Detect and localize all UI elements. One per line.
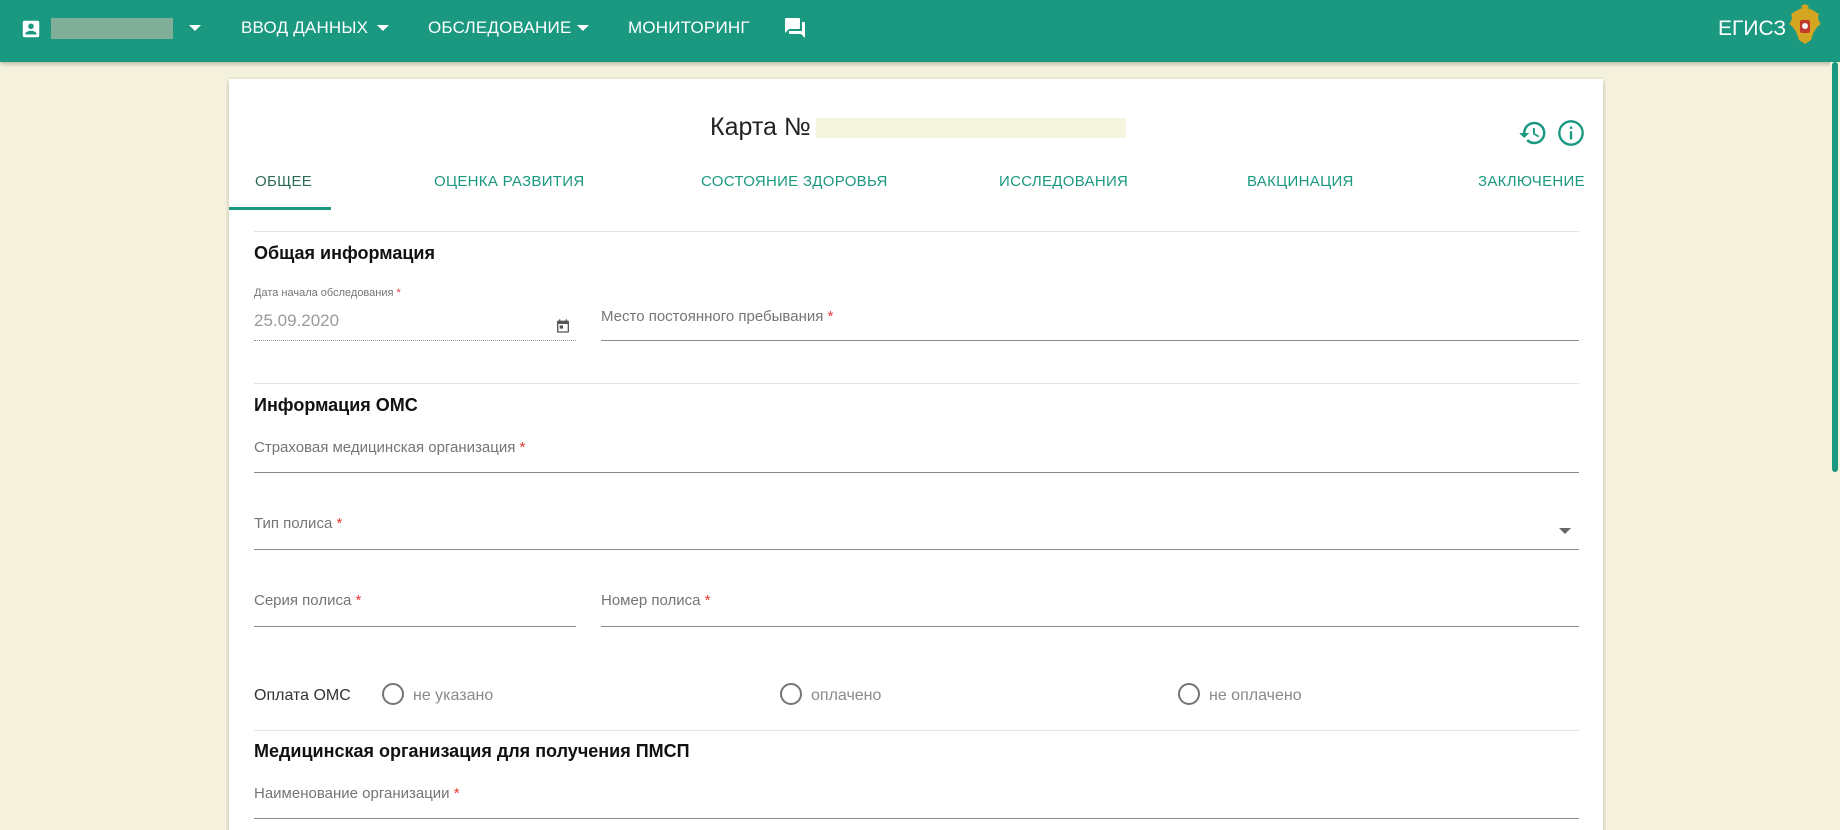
residence-label[interactable]: Место постоянного пребывания * [601,308,833,325]
policy-type-label[interactable]: Тип полиса * [254,515,342,532]
section-title-general: Общая информация [254,243,435,263]
oms-payment-label: Оплата ОМС [254,687,351,704]
payment-paid-label[interactable]: оплачено [811,687,881,705]
exam-start-date-input[interactable]: 25.09.2020 [254,311,339,331]
tab-research[interactable]: ИССЛЕДОВАНИЯ [999,173,1128,190]
info-icon[interactable] [1557,119,1585,147]
nav-data-entry-caret-icon[interactable] [377,25,389,31]
coat-of-arms-icon [1789,4,1821,44]
nav-monitoring[interactable]: МОНИТОРИНГ [628,18,750,38]
brand-name[interactable]: ЕГИСЗ [1718,17,1786,41]
policy-type-dropdown-icon[interactable] [1559,528,1571,534]
org-name-input[interactable] [254,818,1579,819]
nav-examination[interactable]: ОБСЛЕДОВАНИЕ [428,18,571,38]
tab-general[interactable]: ОБЩЕЕ [255,173,312,190]
tab-vaccination[interactable]: ВАКЦИНАЦИЯ [1247,173,1354,190]
tab-development-assessment[interactable]: ОЦЕНКА РАЗВИТИЯ [434,173,584,190]
payment-unpaid-radio[interactable] [1178,683,1200,705]
user-menu-caret-icon[interactable] [189,25,201,31]
oms-divider [254,730,1579,731]
tabs-divider [254,231,1579,232]
account-box-icon[interactable] [20,18,42,40]
payment-unpaid-label[interactable]: не оплачено [1209,687,1302,705]
payment-not-specified-label[interactable]: не указано [413,687,493,705]
card-number-redacted [816,118,1126,138]
payment-not-specified-radio[interactable] [382,683,404,705]
active-tab-indicator [229,207,331,210]
chat-icon[interactable] [782,16,808,40]
calendar-icon[interactable] [555,318,571,334]
policy-number-label[interactable]: Номер полиса * [601,592,710,609]
tab-conclusion[interactable]: ЗАКЛЮЧЕНИЕ [1478,173,1585,190]
section-title-pmsp: Медицинская организация для получения ПМ… [254,741,690,761]
insurer-input[interactable] [254,472,1579,473]
payment-paid-radio[interactable] [780,683,802,705]
section-title-oms: Информация ОМС [254,395,418,415]
policy-number-input[interactable] [601,626,1579,627]
examination-card: Карта № ОБЩЕЕ ОЦЕНКА РАЗВИТИЯ СОСТОЯНИЕ … [229,79,1603,830]
scrollbar-thumb[interactable] [1832,62,1838,472]
general-divider [254,383,1579,384]
policy-type-select[interactable] [254,549,1579,550]
nav-data-entry[interactable]: ВВОД ДАННЫХ [241,18,368,38]
tab-health-status[interactable]: СОСТОЯНИЕ ЗДОРОВЬЯ [701,173,888,190]
card-title: Карта № [710,113,811,141]
policy-series-input[interactable] [254,626,576,627]
policy-series-label[interactable]: Серия полиса * [254,592,361,609]
exam-start-date-underline [254,340,576,341]
org-name-label[interactable]: Наименование организации * [254,785,460,802]
residence-input[interactable] [601,340,1579,341]
exam-start-date-label: Дата начала обследования * [254,287,401,299]
nav-examination-caret-icon[interactable] [577,25,589,31]
top-app-bar: ВВОД ДАННЫХ ОБСЛЕДОВАНИЕ МОНИТОРИНГ ЕГИС… [0,0,1840,62]
history-icon[interactable] [1518,118,1548,148]
user-name-redacted[interactable] [51,18,173,39]
insurer-label[interactable]: Страховая медицинская организация * [254,439,525,456]
